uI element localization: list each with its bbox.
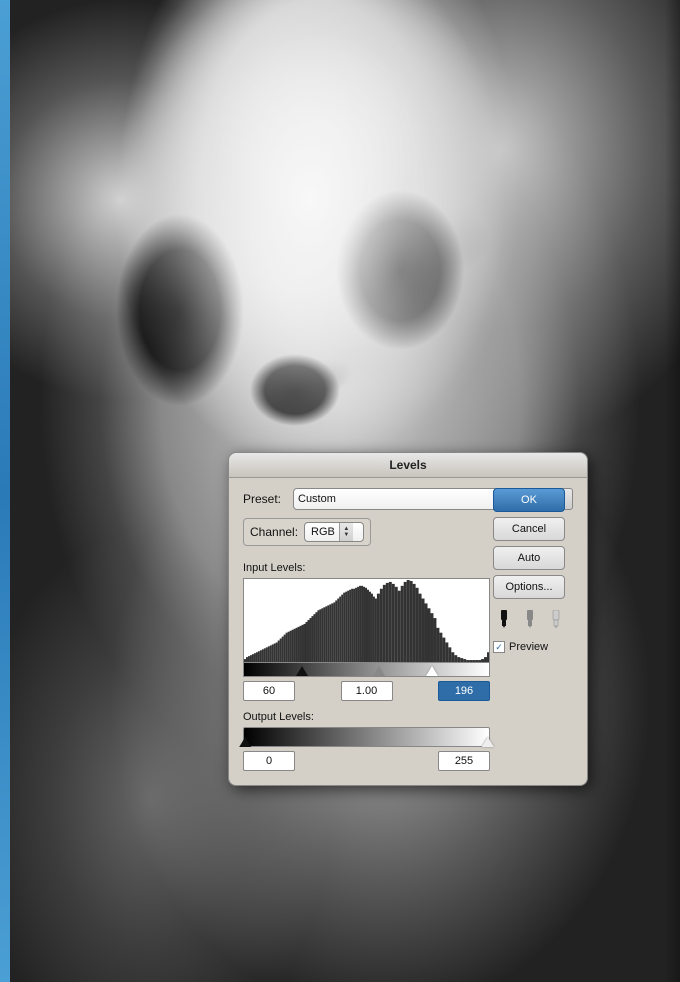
channel-row: Channel: RGB ▲ ▼ [243,518,371,546]
input-mid-value[interactable]: 1.00 [341,681,393,701]
right-shadow [665,0,680,982]
white-eyedropper-button[interactable] [545,608,567,630]
input-mid-handle[interactable] [373,666,385,676]
black-eyedropper-button[interactable] [493,608,515,630]
white-eyedropper-icon [548,610,564,628]
input-values-row: 60 1.00 196 [243,681,490,701]
gray-eyedropper-button[interactable] [519,608,541,630]
input-levels-label: Input Levels: [243,562,485,574]
channel-label: Channel: [250,525,298,539]
channel-value: RGB [307,526,339,538]
input-levels-section: Input Levels: [243,562,485,701]
left-strip [0,0,10,982]
input-slider-area [243,663,490,677]
gray-eyedropper-icon [522,610,538,628]
preview-checkbox[interactable]: ✓ [493,641,505,653]
dialog-titlebar: Levels [229,453,587,478]
output-white-value[interactable]: 255 [438,751,490,771]
output-values-row: 0 255 [243,751,490,771]
eyedropper-row [493,608,573,630]
channel-arrows-icon[interactable]: ▲ ▼ [339,523,353,541]
output-black-handle[interactable] [239,737,251,747]
output-black-value[interactable]: 0 [243,751,295,771]
ok-button[interactable]: OK [493,488,565,512]
preset-value: Custom [298,493,526,505]
output-levels-section: Output Levels: 0 255 [243,711,485,771]
input-white-handle[interactable] [426,666,438,676]
auto-button[interactable]: Auto [493,546,565,570]
dialog-content: Preset: Custom ▲ ▼ ≡ Channel: RGB [243,488,573,771]
cancel-button[interactable]: Cancel [493,517,565,541]
preview-label: Preview [509,641,548,653]
right-buttons-panel: OK Cancel Auto Options... [493,488,573,653]
input-black-handle[interactable] [296,666,308,676]
options-button[interactable]: Options... [493,575,565,599]
output-slider-wrapper [243,727,490,747]
channel-select[interactable]: RGB ▲ ▼ [304,522,364,542]
levels-dialog: Levels Preset: Custom ▲ ▼ ≡ [228,452,588,786]
output-white-handle[interactable] [482,737,494,747]
black-eyedropper-icon [496,610,512,628]
dialog-body: Preset: Custom ▲ ▼ ≡ Channel: RGB [229,478,587,785]
preset-label: Preset: [243,492,287,506]
histogram-container [243,578,490,663]
input-black-value[interactable]: 60 [243,681,295,701]
dialog-title: Levels [389,458,426,472]
preview-row: ✓ Preview [493,641,573,653]
histogram-chart [244,579,489,662]
input-white-value[interactable]: 196 [438,681,490,701]
output-levels-label: Output Levels: [243,711,485,723]
